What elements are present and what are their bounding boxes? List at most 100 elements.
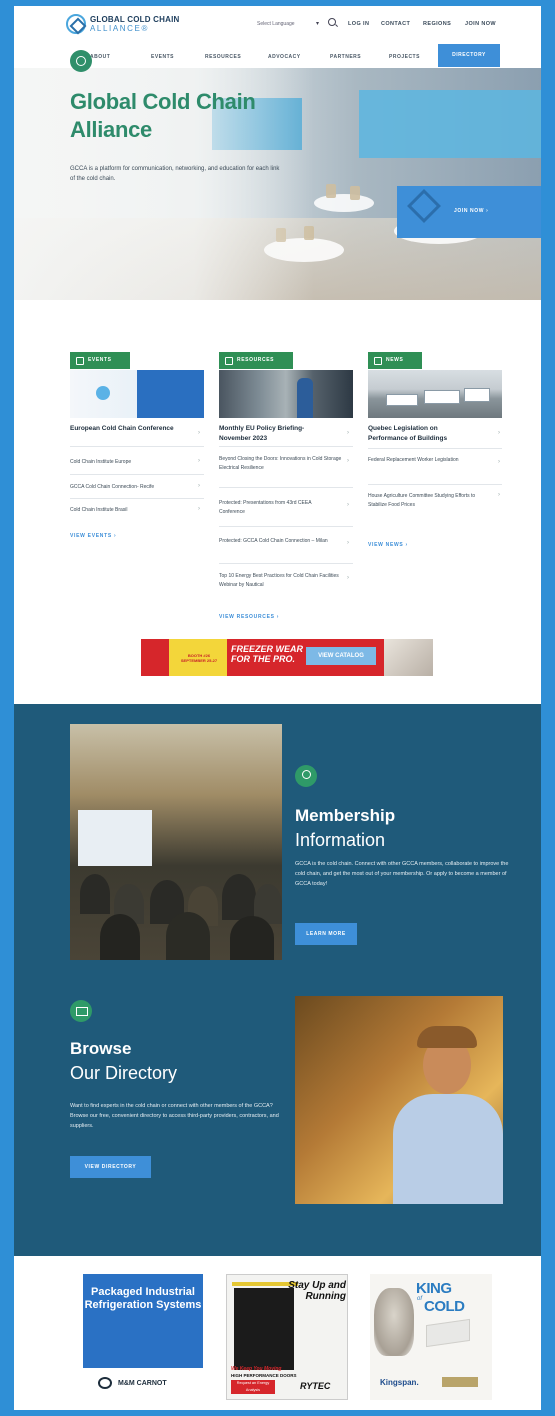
resources-item[interactable]: Beyond Closing the Doors: Innovations in…: [219, 455, 343, 473]
learn-more-button[interactable]: LEARN MORE: [295, 923, 357, 945]
divider: [368, 448, 502, 449]
news-card-image[interactable]: [368, 370, 502, 418]
chevron-right-icon[interactable]: ›: [198, 483, 200, 489]
resources-item[interactable]: Protected: Presentations from 43rd CEEA …: [219, 499, 329, 517]
view-directory-button[interactable]: VIEW DIRECTORY: [70, 1156, 151, 1178]
driver-cap: [417, 1026, 477, 1048]
divider: [219, 526, 353, 527]
ad3-king: KING: [416, 1280, 452, 1297]
browse-title: Browse: [70, 1039, 132, 1058]
nav-advocacy[interactable]: ADVOCACY: [268, 54, 301, 60]
ad2-cta-button[interactable]: Request an Energy Analysis: [231, 1380, 275, 1394]
events-card-title[interactable]: European Cold Chain Conference: [70, 424, 180, 434]
ad-booth-dates: BOOTH #26 SEPTEMBER 25-27: [175, 653, 223, 663]
hero-chair: [350, 186, 360, 200]
conference-logo-icon: [96, 386, 110, 400]
audience-figure: [166, 912, 210, 960]
hero-table: [314, 194, 374, 212]
nav-resources[interactable]: RESOURCES: [205, 54, 241, 60]
logo-line2: ALLIANCE®: [90, 24, 149, 33]
user-icon: [295, 765, 317, 787]
nav-events[interactable]: EVENTS: [151, 54, 174, 60]
driver-shirt: [393, 1094, 503, 1204]
login-link[interactable]: LOG IN: [348, 21, 369, 27]
divider: [70, 474, 204, 475]
hero-screen-right: [359, 90, 541, 158]
divider: [219, 446, 353, 447]
chevron-right-icon[interactable]: ›: [347, 458, 349, 464]
ad3-of: of: [417, 1296, 423, 1302]
contact-link[interactable]: CONTACT: [381, 21, 410, 27]
audience-figure: [100, 914, 140, 960]
membership-subtitle: Information: [295, 830, 386, 850]
chevron-right-icon[interactable]: ›: [198, 430, 200, 436]
resources-item[interactable]: Protected: GCCA Cold Chain Connection – …: [219, 537, 329, 546]
ad-person-image: [384, 639, 433, 676]
mm-carnot-logo-icon: [98, 1377, 112, 1389]
logo-line1: GLOBAL COLD CHAIN: [90, 15, 180, 24]
view-resources-link[interactable]: VIEW RESOURCES ›: [219, 614, 279, 620]
nav-directory[interactable]: DIRECTORY: [438, 44, 500, 67]
chevron-right-icon[interactable]: ›: [347, 430, 349, 436]
ad3-cold: COLD: [424, 1298, 465, 1315]
resources-card-image[interactable]: [219, 370, 353, 418]
door-image: [234, 1288, 294, 1370]
logo-mark-icon: [66, 14, 86, 34]
join-now-label[interactable]: JOIN NOW ›: [454, 208, 488, 214]
nav-projects[interactable]: PROJECTS: [389, 54, 420, 60]
events-item[interactable]: GCCA Cold Chain Connection- Recife: [70, 483, 194, 492]
book-icon: [70, 1000, 92, 1022]
chevron-right-icon[interactable]: ›: [347, 575, 349, 581]
resources-item[interactable]: Top 10 Energy Best Practices for Cold Ch…: [219, 572, 343, 590]
chevron-right-icon[interactable]: ›: [498, 492, 500, 498]
resources-card-title[interactable]: Monthly EU Policy Briefing- November 202…: [219, 424, 329, 443]
join-now-link[interactable]: JOIN NOW: [465, 21, 496, 27]
view-news-link[interactable]: VIEW NEWS ›: [368, 542, 408, 548]
lion-image: [374, 1288, 414, 1356]
site-logo[interactable]: GLOBAL COLD CHAIN ALLIANCE®: [66, 14, 179, 34]
regions-link[interactable]: REGIONS: [423, 21, 451, 27]
top-bar: GLOBAL COLD CHAIN ALLIANCE® Select Langu…: [14, 6, 541, 46]
resources-tag: RESOURCES: [219, 352, 293, 369]
browse-description: Want to find experts in the cold chain o…: [70, 1103, 279, 1129]
chevron-right-icon[interactable]: ›: [347, 502, 349, 508]
news-card-title[interactable]: Quebec Legislation on Performance of Bui…: [368, 424, 478, 443]
globe-icon: [70, 50, 92, 72]
search-icon[interactable]: [328, 18, 336, 26]
news-item[interactable]: House Agriculture Committee Studying Eff…: [368, 492, 488, 510]
events-item[interactable]: Cold Chain Institute Brasil: [70, 506, 190, 515]
ad3-cta-button[interactable]: [442, 1377, 478, 1387]
ad1-text: Packaged Industrial Refrigeration System…: [84, 1286, 202, 1311]
audience-figure: [230, 916, 274, 960]
divider: [70, 446, 204, 447]
ad2-brand: RYTEC: [300, 1381, 331, 1391]
view-catalog-button[interactable]: VIEW CATALOG: [306, 647, 376, 665]
chevron-right-icon[interactable]: ›: [498, 459, 500, 465]
chevron-right-icon[interactable]: ›: [198, 506, 200, 512]
presentation-screen: [78, 810, 152, 866]
events-card-image[interactable]: [70, 370, 204, 418]
chevron-right-icon[interactable]: ›: [498, 430, 500, 436]
chevron-right-icon[interactable]: ›: [347, 540, 349, 546]
truck-figure: [386, 394, 418, 406]
membership-title: Membership: [295, 806, 396, 825]
nav-partners[interactable]: PARTNERS: [330, 54, 361, 60]
hero-description: GCCA is a platform for communication, ne…: [70, 166, 280, 182]
ad1-brand: M&M CARNOT: [118, 1380, 167, 1387]
ad-brand-logo: [141, 639, 169, 676]
hero-title: Global Cold Chain Alliance: [70, 89, 256, 142]
events-item[interactable]: Cold Chain Institute Europe: [70, 458, 190, 467]
membership-description: GCCA is the cold chain. Connect with oth…: [295, 861, 509, 887]
language-select[interactable]: Select Language: [257, 21, 295, 27]
browse-subtitle: Our Directory: [70, 1063, 178, 1083]
hero-chair: [326, 184, 336, 198]
news-item[interactable]: Federal Replacement Worker Legislation: [368, 456, 478, 465]
nav-about[interactable]: ABOUT: [90, 54, 110, 60]
chevron-down-icon[interactable]: ▾: [316, 20, 319, 27]
ad2-tagline: We Keep You Moving: [231, 1366, 282, 1372]
truck-figure: [424, 390, 460, 404]
view-events-link[interactable]: VIEW EVENTS ›: [70, 533, 116, 539]
ad-headline: FREEZER WEAR FOR THE PRO.: [231, 644, 303, 664]
chevron-right-icon[interactable]: ›: [198, 458, 200, 464]
truck-figure: [464, 388, 490, 402]
